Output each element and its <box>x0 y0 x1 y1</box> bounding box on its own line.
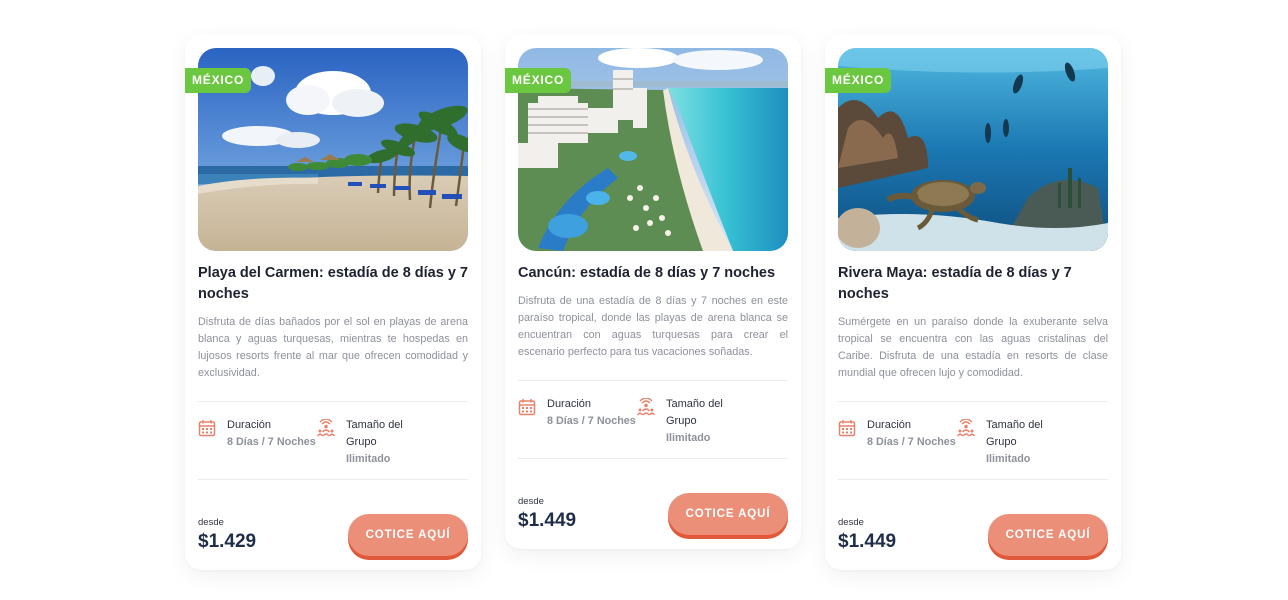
price-from-label: desde <box>518 496 544 507</box>
quote-button[interactable]: COTICE AQUÍ <box>668 493 788 535</box>
duration-label: Duración <box>547 398 592 410</box>
divider <box>838 401 1108 402</box>
tour-title[interactable]: Rivera Maya: estadía de 8 días y 7 noche… <box>838 263 1112 305</box>
group-size-label: Tamaño del Grupo <box>986 419 1043 448</box>
tour-title[interactable]: Cancún: estadía de 8 días y 7 noches <box>518 263 792 284</box>
price: $1.449 <box>518 510 577 531</box>
duration-label: Duración <box>867 419 912 431</box>
country-badge: MÉXICO <box>825 68 892 93</box>
duration-label: Duración <box>227 419 272 431</box>
calendar-icon <box>838 419 856 437</box>
duration-value: 8 Días / 7 Noches <box>547 415 636 427</box>
divider <box>518 380 788 381</box>
calendar-icon <box>518 398 536 416</box>
price: $1.429 <box>198 531 257 552</box>
group-size-value: Ilimitado <box>666 432 711 444</box>
country-badge: MÉXICO <box>185 68 252 93</box>
tour-meta: Duración 8 Días / 7 Noches Tamaño del Gr… <box>518 396 788 458</box>
divider <box>198 401 468 402</box>
group-size-value: Ilimitado <box>346 453 391 465</box>
tour-card-cancun: MÉXICO Cancún: estadía de 8 días y 7 noc… <box>505 34 801 549</box>
price-from-label: desde <box>198 517 224 528</box>
tour-meta: Duración 8 Días / 7 Noches Tamaño del Gr… <box>838 417 1108 479</box>
tour-meta: Duración 8 Días / 7 Noches Tamaño del Gr… <box>198 417 468 479</box>
price-from-label: desde <box>838 517 864 528</box>
group-size-label: Tamaño del Grupo <box>666 398 723 427</box>
divider <box>838 479 1108 480</box>
price: $1.449 <box>838 531 897 552</box>
tour-title[interactable]: Playa del Carmen: estadía de 8 días y 7 … <box>198 263 472 305</box>
tour-description: Sumérgete en un paraíso donde la exubera… <box>838 316 1108 379</box>
tour-description: Disfruta de días bañados por el sol en p… <box>198 316 468 379</box>
tour-card-rivera-maya: MÉXICO Rivera Maya: estadía de 8 días y … <box>825 34 1121 570</box>
tour-card-playa-del-carmen: MÉXICO Playa del Carmen: estadía de 8 dí… <box>185 34 481 570</box>
group-signal-icon <box>636 397 656 416</box>
group-size-value: Ilimitado <box>986 453 1031 465</box>
tour-description: Disfruta de una estadía de 8 días y 7 no… <box>518 295 788 358</box>
quote-button[interactable]: COTICE AQUÍ <box>988 514 1108 556</box>
quote-button[interactable]: COTICE AQUÍ <box>348 514 468 556</box>
divider <box>518 458 788 459</box>
country-badge: MÉXICO <box>505 68 572 93</box>
group-size-label: Tamaño del Grupo <box>346 419 403 448</box>
group-signal-icon <box>956 418 976 437</box>
duration-value: 8 Días / 7 Noches <box>867 436 956 448</box>
divider <box>198 479 468 480</box>
calendar-icon <box>198 419 216 437</box>
group-signal-icon <box>316 418 336 437</box>
duration-value: 8 Días / 7 Noches <box>227 436 316 448</box>
